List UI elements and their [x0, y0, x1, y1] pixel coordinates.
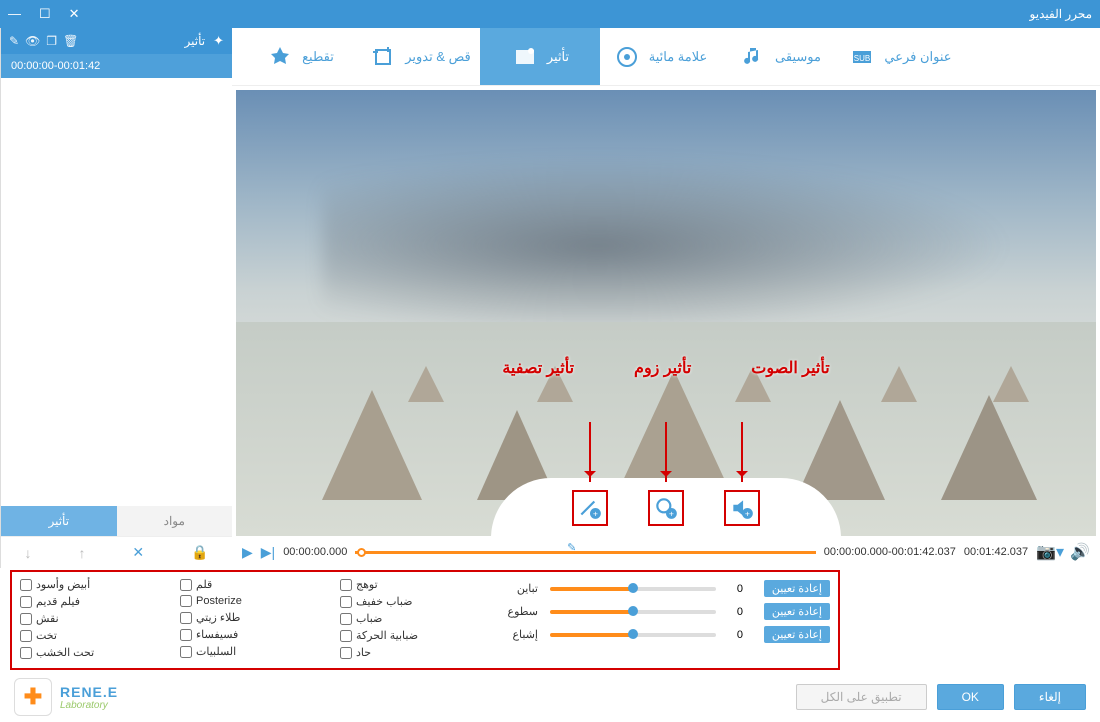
filter-checkbox[interactable]: تخت — [20, 629, 150, 642]
brand-icon: ✚ — [14, 678, 52, 716]
maximize-button[interactable]: ☐ — [39, 6, 51, 22]
subtitle-icon: SUB — [848, 43, 876, 71]
lock-icon[interactable]: 🔒 — [191, 544, 208, 561]
watermark-tool[interactable]: علامة مائية — [600, 28, 720, 85]
filter-checkbox[interactable]: ضباب خفيف — [340, 595, 470, 608]
up-icon[interactable]: ↑ — [78, 545, 85, 561]
sound-effect-button[interactable]: + — [724, 490, 760, 526]
effect-tool[interactable]: تأثير — [480, 28, 600, 85]
clip-item[interactable]: 00:00:00-00:01:42 — [1, 54, 232, 78]
eye-icon[interactable]: 👁 — [25, 34, 40, 48]
timeline: ▶ ▶| 00:00:00.000 ✎ 00:00:00.000-00:01:4… — [232, 536, 1100, 568]
wand-icon: ✦ — [213, 33, 224, 49]
tab-materials[interactable]: مواد — [117, 506, 233, 536]
filter-checkbox[interactable]: حاد — [340, 646, 470, 659]
filter-checkbox[interactable]: نقش — [20, 612, 150, 625]
cut-icon — [266, 43, 294, 71]
apply-all-button[interactable]: تطبيق على الكل — [796, 684, 927, 710]
main-toolbar: تقطيع قص & تدوير تأثير علامة مائية موسيق… — [232, 28, 1100, 86]
music-tool[interactable]: موسيقى — [720, 28, 840, 85]
callout-labels: تأثير تصفية تأثير زوم تأثير الصوت — [236, 358, 1096, 378]
filter-effect-button[interactable]: + — [572, 490, 608, 526]
time-end: 00:01:42.037 — [964, 546, 1028, 558]
delete-icon[interactable]: ✕ — [132, 544, 144, 561]
svg-text:SUB: SUB — [854, 54, 870, 63]
timeline-track[interactable]: ✎ — [355, 547, 815, 557]
filter-checkbox[interactable]: قلم — [180, 578, 310, 591]
callout-zoom: تأثير زوم — [634, 358, 691, 378]
svg-text:+: + — [669, 509, 674, 519]
step-button[interactable]: ▶| — [261, 544, 275, 561]
close-button[interactable]: ✕ — [69, 6, 80, 22]
edit-icon[interactable]: ✎ — [9, 34, 19, 48]
crop-tool[interactable]: قص & تدوير — [360, 28, 480, 85]
volume-button[interactable]: 🔊 — [1070, 542, 1090, 562]
filter-checkbox[interactable]: ضباب — [340, 612, 470, 625]
filter-checkbox[interactable]: ضبابية الحركة — [340, 629, 470, 642]
video-preview: تأثير تصفية تأثير زوم تأثير الصوت + + + — [236, 90, 1096, 536]
crop-icon — [369, 43, 397, 71]
filter-checkbox[interactable]: السلبيات — [180, 645, 310, 658]
music-icon — [739, 43, 767, 71]
trash-icon[interactable]: 🗑 — [63, 34, 78, 48]
time-start: 00:00:00.000 — [283, 546, 347, 558]
filter-checkbox[interactable]: أبيض وأسود — [20, 578, 150, 591]
snapshot-button[interactable]: 📷▾ — [1036, 542, 1064, 562]
filter-checkbox[interactable]: طلاء زيتي — [180, 611, 310, 624]
saturation-slider[interactable] — [550, 633, 716, 637]
adjustment-sliders: تباين 0 إعادة تعيين سطوع 0 إعادة تعيين إ… — [490, 578, 830, 662]
callout-filter: تأثير تصفية — [502, 358, 574, 378]
filter-checkbox[interactable]: تحت الخشب — [20, 646, 150, 659]
cancel-button[interactable]: إلغاء — [1014, 684, 1086, 710]
ok-button[interactable]: OK — [937, 684, 1004, 710]
reset-saturation[interactable]: إعادة تعيين — [764, 626, 830, 643]
filter-checkbox[interactable]: توهج — [340, 578, 470, 591]
window-buttons: ― ☐ ✕ — [8, 6, 80, 22]
titlebar: محرر الفيديو ― ☐ ✕ — [0, 0, 1100, 28]
brand: ✚ RENE.E Laboratory — [14, 678, 118, 716]
filter-controls-panel: أبيض وأسود فيلم قديم نقش تخت تحت الخشب قلم Po… — [10, 570, 840, 670]
sidebar-header: ✦ تأثير ✎ 👁 ❐ 🗑 — [1, 28, 232, 54]
zoom-effect-button[interactable]: + — [648, 490, 684, 526]
effect-bubble-bar: + + + — [491, 478, 841, 536]
subtitle-tool[interactable]: SUB عنوان فرعي — [840, 28, 960, 85]
sidebar: ✦ تأثير ✎ 👁 ❐ 🗑 00:00:00-00:01:42 مواد ت… — [0, 28, 232, 568]
sidebar-actions: 🔒 ✕ ↑ ↓ — [1, 536, 232, 568]
effect-icon — [511, 43, 539, 71]
contrast-slider[interactable] — [550, 587, 716, 591]
minimize-button[interactable]: ― — [8, 6, 21, 22]
reset-contrast[interactable]: إعادة تعيين — [764, 580, 830, 597]
sidebar-tabs: مواد تأثير — [1, 506, 232, 536]
time-range: 00:00:00.000-00:01:42.037 — [824, 546, 956, 558]
filter-checkbox[interactable]: فيلم قديم — [20, 595, 150, 608]
watermark-icon — [613, 43, 641, 71]
filter-checkboxes: أبيض وأسود فيلم قديم نقش تخت تحت الخشب قلم Po… — [20, 578, 470, 662]
callout-sound: تأثير الصوت — [751, 358, 829, 378]
copy-icon[interactable]: ❐ — [46, 34, 57, 48]
filter-checkbox[interactable]: Posterize — [180, 595, 310, 607]
svg-text:+: + — [745, 509, 750, 519]
down-icon[interactable]: ↓ — [25, 545, 32, 561]
cut-tool[interactable]: تقطيع — [240, 28, 360, 85]
play-button[interactable]: ▶ — [242, 544, 253, 561]
filter-checkbox[interactable]: فسيفساء — [180, 628, 310, 641]
tab-effects[interactable]: تأثير — [1, 506, 117, 536]
svg-text:+: + — [593, 509, 598, 519]
reset-brightness[interactable]: إعادة تعيين — [764, 603, 830, 620]
brightness-slider[interactable] — [550, 610, 716, 614]
window-title: محرر الفيديو — [1030, 7, 1092, 21]
